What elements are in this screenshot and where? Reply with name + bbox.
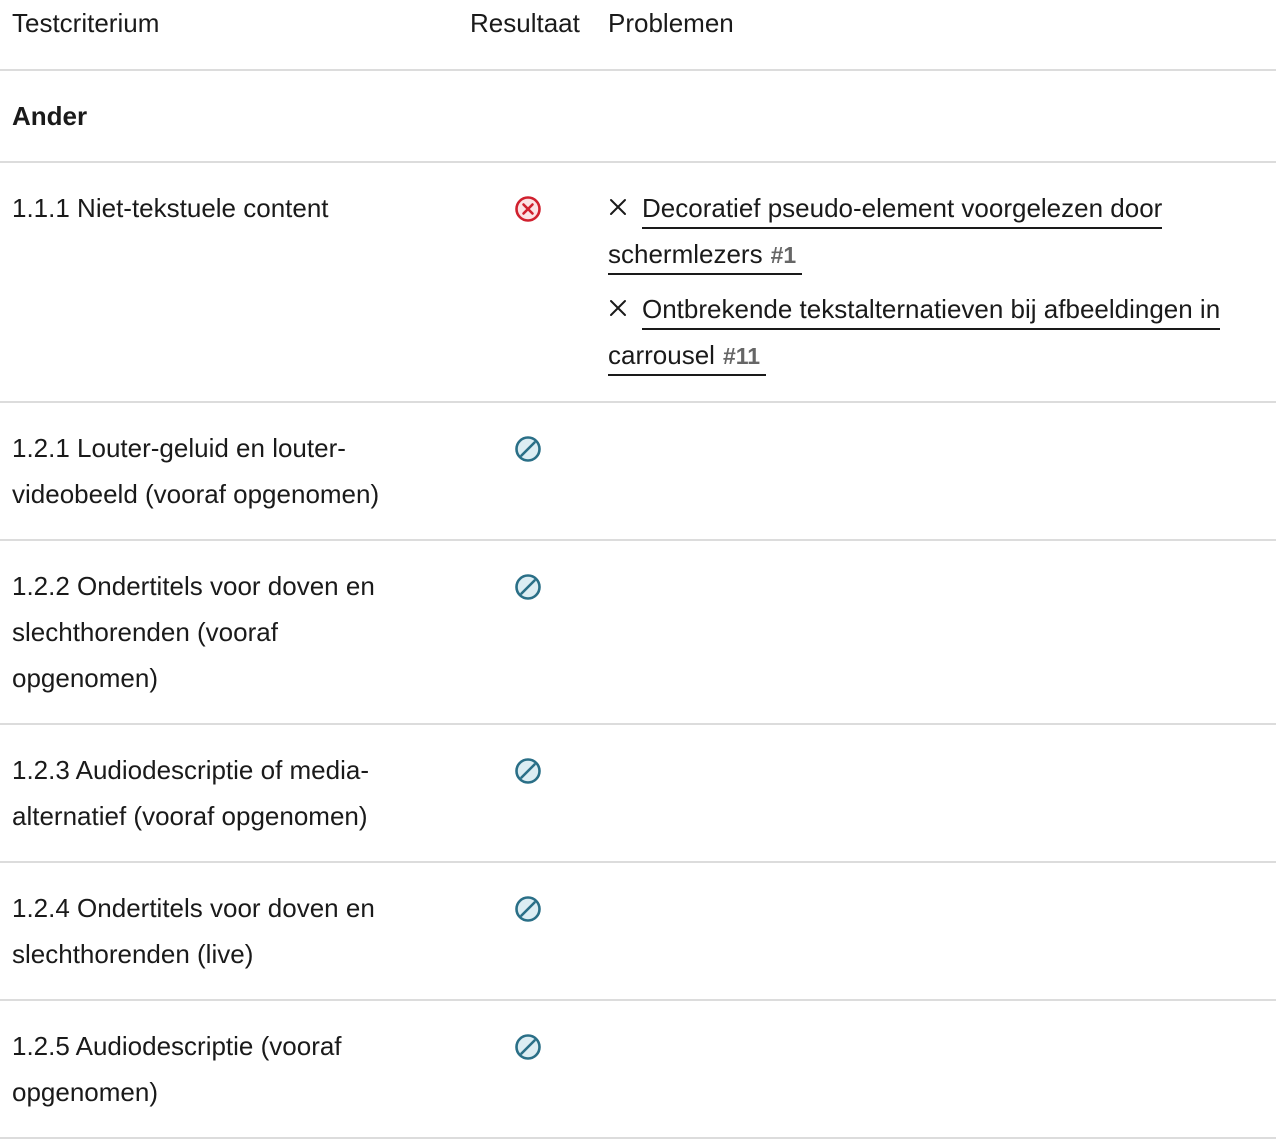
result-status (470, 1023, 608, 1061)
circle-slash-icon (515, 1034, 541, 1060)
problem-number: #11 (722, 343, 761, 369)
table-row: 1.2.1 Louter-geluid en louter-videobeeld… (0, 403, 1276, 541)
result-status (470, 885, 608, 923)
table-row: 1.2.2 Ondertitels voor doven en slechtho… (0, 541, 1276, 725)
table-body: 1.1.1 Niet-tekstuele content Decoratief p… (0, 163, 1276, 1139)
circle-slash-icon (515, 574, 541, 600)
header-problems: Problemen (608, 8, 734, 38)
section-header: Ander (0, 71, 1276, 163)
problem-title: Decoratief pseudo-element voorgelezen do… (608, 193, 1163, 269)
circle-slash-icon (515, 436, 541, 462)
problem-item: Ontbrekende tekstalternatieven bij afbee… (608, 286, 1256, 379)
header-criterion: Testcriterium (12, 8, 160, 38)
table-row: 1.2.5 Audiodescriptie (vooraf opgenomen) (0, 1001, 1276, 1139)
problem-link[interactable]: Ontbrekende tekstalternatieven bij afbee… (608, 294, 1221, 376)
table-row: 1.2.4 Ondertitels voor doven en slechtho… (0, 863, 1276, 1001)
table-header: Testcriterium Resultaat Problemen (0, 0, 1276, 71)
result-status (470, 563, 608, 601)
problem-item: Decoratief pseudo-element voorgelezen do… (608, 185, 1256, 278)
result-status (470, 747, 608, 785)
table-row: 1.1.1 Niet-tekstuele content Decoratief p… (0, 163, 1276, 403)
criterion-label: 1.2.4 Ondertitels voor doven en slechtho… (12, 893, 375, 969)
header-result: Resultaat (470, 8, 580, 38)
criterion-label: 1.1.1 Niet-tekstuele content (12, 193, 329, 223)
criterion-label: 1.2.3 Audiodescriptie of media-alternati… (12, 755, 369, 831)
circle-slash-icon (515, 758, 541, 784)
problem-title: Ontbrekende tekstalternatieven bij afbee… (608, 294, 1221, 370)
problems-cell: Decoratief pseudo-element voorgelezen do… (608, 185, 1276, 379)
table-row: 1.2.3 Audiodescriptie of media-alternati… (0, 725, 1276, 863)
criterion-label: 1.2.2 Ondertitels voor doven en slechtho… (12, 571, 375, 693)
problem-number: #1 (770, 242, 797, 268)
section-title: Ander (12, 101, 88, 131)
result-status (470, 185, 608, 223)
circle-x-icon (515, 196, 541, 222)
result-status (470, 425, 608, 463)
criterion-label: 1.2.5 Audiodescriptie (vooraf opgenomen) (12, 1031, 342, 1107)
circle-slash-icon (515, 896, 541, 922)
criterion-label: 1.2.1 Louter-geluid en louter-videobeeld… (12, 433, 380, 509)
close-icon (610, 300, 626, 317)
close-icon (610, 199, 626, 216)
results-table: Testcriterium Resultaat Problemen Ander … (0, 0, 1276, 1139)
problem-link[interactable]: Decoratief pseudo-element voorgelezen do… (608, 193, 1163, 275)
